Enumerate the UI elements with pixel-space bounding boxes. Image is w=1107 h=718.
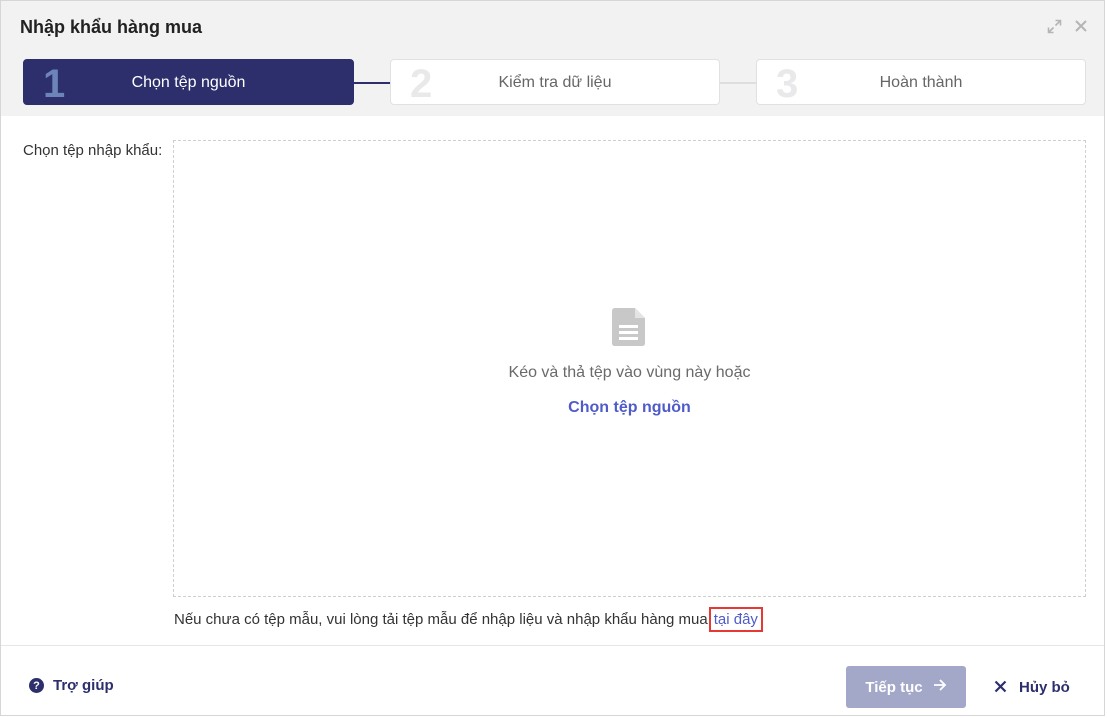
dialog-title: Nhập khẩu hàng mua xyxy=(20,17,203,37)
step-label: Kiểm tra dữ liệu xyxy=(498,74,612,91)
step-connector xyxy=(720,82,756,84)
choose-source-link[interactable]: Chọn tệp nguồn xyxy=(174,399,1085,417)
template-hint: Nếu chưa có tệp mẫu, vui lòng tải tệp mẫ… xyxy=(174,607,763,632)
help-button[interactable]: ? Trợ giúp xyxy=(29,677,114,694)
next-label: Tiếp tục xyxy=(865,678,923,696)
help-label: Trợ giúp xyxy=(53,677,114,694)
step-label: Hoàn thành xyxy=(879,74,963,91)
template-download-link[interactable]: tại đây xyxy=(708,607,763,632)
step-complete[interactable]: 3 Hoàn thành xyxy=(756,59,1086,105)
file-field-label: Chọn tệp nhập khẩu: xyxy=(23,142,163,159)
next-button[interactable]: Tiếp tục xyxy=(846,666,966,708)
cancel-button[interactable]: Hủy bỏ xyxy=(994,666,1070,708)
step-choose-source[interactable]: 1 Chọn tệp nguồn xyxy=(23,59,354,105)
drop-instruction: Kéo và thả tệp vào vùng này hoặc xyxy=(508,364,751,381)
file-drop-zone[interactable]: Kéo và thả tệp vào vùng này hoặc Chọn tệ… xyxy=(173,140,1086,597)
close-icon[interactable] xyxy=(1072,17,1090,35)
file-document-icon xyxy=(612,308,648,346)
arrow-right-icon xyxy=(933,678,947,696)
cancel-label: Hủy bỏ xyxy=(1019,678,1070,696)
expand-icon[interactable] xyxy=(1045,17,1063,35)
step-connector xyxy=(354,82,390,84)
step-check-data[interactable]: 2 Kiểm tra dữ liệu xyxy=(390,59,720,105)
x-icon xyxy=(994,677,1007,698)
dialog-header: Nhập khẩu hàng mua xyxy=(1,1,1104,54)
footer-divider xyxy=(1,645,1104,646)
import-dialog: Nhập khẩu hàng mua 1 Chọn tệp nguồn 2 Ki… xyxy=(0,0,1105,716)
stepper: 1 Chọn tệp nguồn 2 Kiểm tra dữ liệu 3 Ho… xyxy=(1,53,1104,116)
step-label: Chọn tệp nguồn xyxy=(131,74,246,91)
template-hint-text: Nếu chưa có tệp mẫu, vui lòng tải tệp mẫ… xyxy=(174,611,708,628)
question-circle-icon: ? xyxy=(29,678,44,693)
